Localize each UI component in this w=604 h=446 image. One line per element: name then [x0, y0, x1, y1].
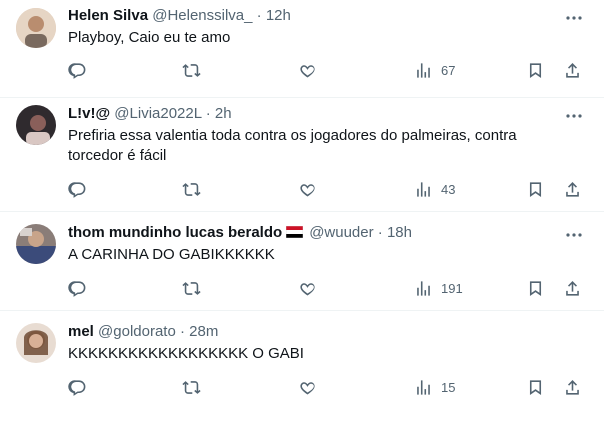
analytics-icon: [417, 181, 430, 197]
separator-dot: ·: [377, 224, 383, 241]
analytics-icon: [417, 62, 430, 78]
like-button[interactable]: [298, 172, 317, 206]
tweet[interactable]: L!v!@ @Livia2022L · 2h Prefiria essa val…: [0, 98, 604, 212]
timestamp[interactable]: 18h: [387, 224, 412, 241]
avatar[interactable]: [16, 323, 56, 363]
bookmark-button[interactable]: [526, 370, 545, 404]
action-bar: 191: [58, 271, 598, 305]
share-button[interactable]: [563, 271, 582, 305]
more-options-icon[interactable]: [564, 8, 584, 28]
tweet-header: L!v!@ @Livia2022L · 2h: [68, 104, 232, 124]
retweet-button[interactable]: [182, 172, 201, 206]
share-button[interactable]: [563, 53, 582, 87]
heart-icon: [300, 64, 315, 77]
view-count: 15: [441, 379, 456, 395]
heart-icon: [300, 282, 315, 295]
views-button[interactable]: 67: [414, 53, 455, 87]
timestamp[interactable]: 12h: [266, 7, 291, 24]
bookmark-button[interactable]: [526, 53, 545, 87]
retweet-button[interactable]: [182, 53, 201, 87]
user-handle[interactable]: @Livia2022L: [114, 105, 201, 122]
retweet-icon: [182, 281, 201, 295]
timestamp[interactable]: 28m: [189, 323, 218, 340]
display-name[interactable]: Helen Silva: [68, 7, 148, 24]
tweet-text: A CARINHA DO GABIKKKKKK: [68, 246, 275, 263]
separator-dot: ·: [205, 105, 211, 122]
timestamp[interactable]: 2h: [215, 105, 232, 122]
avatar[interactable]: [16, 224, 56, 264]
views-button[interactable]: 191: [414, 271, 463, 305]
more-options-icon[interactable]: [564, 106, 584, 126]
user-handle[interactable]: @goldorato: [98, 323, 176, 340]
share-icon: [566, 379, 579, 395]
tweet-text: Playboy, Caio eu te amo: [68, 29, 231, 46]
action-bar: 43: [58, 172, 598, 206]
reply-button[interactable]: [68, 172, 87, 206]
retweet-icon: [182, 63, 201, 77]
reply-icon: [68, 62, 86, 79]
analytics-icon: [417, 280, 430, 296]
tweet[interactable]: Helen Silva @Helenssilva_ · 12h Playboy,…: [0, 0, 604, 98]
user-handle[interactable]: @wuuder: [309, 224, 373, 241]
tweet-text: Prefiria essa valentia toda contra os jo…: [68, 127, 517, 164]
bookmark-button[interactable]: [526, 271, 545, 305]
reply-button[interactable]: [68, 271, 87, 305]
views-button[interactable]: 15: [414, 370, 455, 404]
separator-dot: ·: [179, 323, 185, 340]
yemen-flag-icon: [286, 226, 304, 238]
share-icon: [566, 62, 579, 78]
retweet-icon: [182, 182, 201, 196]
avatar[interactable]: [16, 105, 56, 145]
tweet[interactable]: mel @goldorato · 28m KKKKKKKKKKKKKKKKKK …: [0, 311, 604, 421]
bookmark-icon: [529, 379, 542, 395]
bookmark-icon: [529, 280, 542, 296]
like-button[interactable]: [298, 370, 317, 404]
action-bar: 67: [58, 53, 598, 87]
tweet[interactable]: thom mundinho lucas beraldo @wuuder · 18h…: [0, 212, 604, 311]
retweet-button[interactable]: [182, 271, 201, 305]
views-button[interactable]: 43: [414, 172, 455, 206]
avatar[interactable]: [16, 8, 56, 48]
heart-icon: [300, 183, 315, 196]
more-options-icon[interactable]: [564, 225, 584, 245]
share-icon: [566, 181, 579, 197]
reply-icon: [68, 181, 86, 198]
tweet-text: KKKKKKKKKKKKKKKKKK O GABI: [68, 345, 304, 362]
separator-dot: ·: [256, 7, 262, 24]
user-handle[interactable]: @Helenssilva_: [152, 7, 252, 24]
reply-icon: [68, 280, 86, 297]
view-count: 67: [441, 62, 456, 78]
retweet-icon: [182, 380, 201, 394]
reply-icon: [68, 379, 86, 396]
tweet-header: mel @goldorato · 28m: [68, 322, 218, 342]
heart-icon: [300, 381, 315, 394]
retweet-button[interactable]: [182, 370, 201, 404]
share-button[interactable]: [563, 370, 582, 404]
action-bar: 15: [58, 370, 598, 404]
tweet-header: thom mundinho lucas beraldo @wuuder · 18h: [68, 223, 412, 243]
bookmark-button[interactable]: [526, 172, 545, 206]
analytics-icon: [417, 379, 430, 395]
like-button[interactable]: [298, 53, 317, 87]
share-button[interactable]: [563, 172, 582, 206]
view-count: 43: [441, 181, 456, 197]
display-name[interactable]: L!v!@: [68, 105, 110, 122]
like-button[interactable]: [298, 271, 317, 305]
display-name[interactable]: thom mundinho lucas beraldo: [68, 224, 282, 241]
bookmark-icon: [529, 62, 542, 78]
bookmark-icon: [529, 181, 542, 197]
tweet-header: Helen Silva @Helenssilva_ · 12h: [68, 6, 291, 26]
view-count: 191: [441, 280, 463, 296]
share-icon: [566, 280, 579, 296]
display-name[interactable]: mel: [68, 323, 94, 340]
reply-button[interactable]: [68, 53, 87, 87]
reply-button[interactable]: [68, 370, 87, 404]
